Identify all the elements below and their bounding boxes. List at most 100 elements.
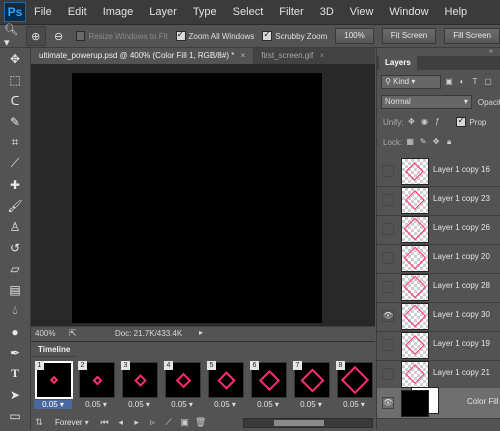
kind-filter-select[interactable]: ⚲ Kind ▾ (381, 75, 441, 89)
frame-delay-select[interactable]: 0.05 ▾ (206, 400, 244, 409)
menu-type[interactable]: Type (185, 0, 225, 24)
animation-frame[interactable]: 2 0.05 ▾ (77, 360, 115, 416)
status-menu-icon[interactable]: ⇱ (69, 328, 77, 339)
zoom-out-icon[interactable]: ⊖ (50, 27, 68, 45)
zoom-all-windows-checkbox[interactable] (175, 29, 186, 41)
menu-file[interactable]: File (26, 0, 60, 24)
clone-stamp-tool-icon[interactable]: ♙ (0, 216, 30, 237)
marquee-tool-icon[interactable]: ⬚ (0, 69, 30, 90)
lasso-tool-icon[interactable]: ᑕ (0, 90, 30, 111)
scrubby-zoom-checkbox[interactable] (262, 29, 273, 41)
eyedropper-tool-icon[interactable]: ⟋ (0, 153, 30, 174)
frame-delay-select[interactable]: 0.05 ▾ (34, 400, 72, 409)
zoom-level[interactable]: 400% (35, 329, 55, 338)
lock-position-icon[interactable]: ✥ (431, 137, 441, 147)
frame-delay-select[interactable]: 0.05 ▾ (292, 400, 330, 409)
lock-pixels-icon[interactable]: ✎ (418, 137, 428, 147)
pen-tool-icon[interactable]: ✒ (0, 342, 30, 363)
menu-window[interactable]: Window (381, 0, 436, 24)
frame-delay-select[interactable]: 0.05 ▾ (163, 400, 201, 409)
zoom-in-icon[interactable]: ⊕ (25, 26, 46, 46)
frame-delay-select[interactable]: 0.05 ▾ (77, 400, 115, 409)
frame-delay-select[interactable]: 0.05 ▾ (249, 400, 287, 409)
type-filter-icon[interactable]: T (470, 77, 480, 87)
first-frame-icon[interactable]: ⏮ (97, 417, 113, 428)
fill-screen-button[interactable]: Fill Screen (444, 28, 500, 44)
layer-row[interactable]: Layer 1 copy 20 (377, 243, 500, 274)
loop-select[interactable]: Forever (55, 418, 83, 427)
lock-transparency-icon[interactable]: ▦ (405, 137, 415, 147)
fit-screen-button[interactable]: Fit Screen (381, 28, 437, 44)
dodge-tool-icon[interactable]: ● (0, 321, 30, 342)
visibility-eye-icon[interactable]: 👁︎ (382, 310, 394, 322)
lock-all-icon[interactable]: 🔒︎ (444, 137, 454, 147)
visibility-eye-icon[interactable]: 👁︎ (382, 397, 394, 409)
layer-row[interactable]: Layer 1 copy 21 (377, 359, 500, 390)
timeline-tab[interactable]: Timeline (33, 344, 76, 357)
animation-frame[interactable]: 5 0.05 ▾ (206, 360, 244, 416)
visibility-eye-icon[interactable] (382, 252, 394, 264)
layer-row[interactable]: Layer 1 copy 28 (377, 272, 500, 303)
menu-filter[interactable]: Filter (271, 0, 311, 24)
visibility-eye-icon[interactable] (382, 368, 394, 380)
zoom-100-button[interactable]: 100% (335, 28, 374, 44)
play-icon[interactable]: ▸ (129, 417, 145, 428)
animation-frame[interactable]: 3 0.05 ▾ (120, 360, 158, 416)
brush-tool-icon[interactable]: 🖌︎ (0, 195, 30, 216)
zoom-tool-preset-icon[interactable]: 🔍︎▾ (4, 24, 22, 49)
move-tool-icon[interactable]: ✥ (0, 48, 30, 69)
shape-filter-icon[interactable]: ▢ (483, 77, 493, 87)
menu-3d[interactable]: 3D (312, 0, 342, 24)
menu-view[interactable]: View (342, 0, 382, 24)
layer-row[interactable]: 👁︎ Color Fill 1 (377, 387, 500, 419)
tween-icon[interactable]: ⟋ (161, 417, 177, 428)
menu-layer[interactable]: Layer (141, 0, 185, 24)
layer-row[interactable]: Layer 1 copy 26 (377, 214, 500, 245)
visibility-eye-icon[interactable] (382, 165, 394, 177)
layer-row[interactable]: Layer 1 copy 16 (377, 156, 500, 187)
animation-frame[interactable]: 8 0.05 ▾ (335, 360, 373, 416)
menu-select[interactable]: Select (225, 0, 272, 24)
prev-frame-icon[interactable]: ◂ (113, 417, 129, 428)
menu-image[interactable]: Image (95, 0, 142, 24)
document-canvas[interactable] (72, 73, 322, 323)
layer-row[interactable]: Layer 1 copy 23 (377, 185, 500, 216)
unify-style-icon[interactable]: ƒ (432, 117, 442, 127)
gradient-tool-icon[interactable]: ▤ (0, 279, 30, 300)
blend-mode-select[interactable]: Normal ▾ (381, 95, 472, 109)
tab-ultimate-powerup[interactable]: ultimate_powerup.psd @ 400% (Color Fill … (31, 48, 254, 64)
propagate-checkbox[interactable] (456, 115, 467, 127)
rectangle-tool-icon[interactable]: ▭ (0, 405, 30, 426)
crop-tool-icon[interactable]: ⌗ (0, 132, 30, 153)
scrollbar-thumb[interactable] (274, 420, 324, 426)
pixel-filter-icon[interactable]: ▣ (444, 77, 454, 87)
visibility-eye-icon[interactable] (382, 281, 394, 293)
adjustment-filter-icon[interactable]: ◐ (457, 77, 467, 87)
type-tool-icon[interactable]: T (0, 363, 30, 384)
close-icon[interactable]: × (320, 51, 325, 60)
layer-row[interactable]: Layer 1 copy 19 (377, 330, 500, 361)
animation-frame[interactable]: 7 0.05 ▾ (292, 360, 330, 416)
duplicate-frame-icon[interactable]: ▣ (177, 417, 193, 428)
frame-delay-select[interactable]: 0.05 ▾ (335, 400, 373, 409)
menu-help[interactable]: Help (437, 0, 476, 24)
blur-tool-icon[interactable]: 💧︎ (0, 300, 30, 321)
history-brush-tool-icon[interactable]: ↺ (0, 237, 30, 258)
visibility-eye-icon[interactable] (382, 339, 394, 351)
visibility-eye-icon[interactable] (382, 194, 394, 206)
timeline-options-icon[interactable]: ⇅ (31, 417, 47, 428)
quick-select-tool-icon[interactable]: ✎ (0, 111, 30, 132)
unify-position-icon[interactable]: ✥ (406, 117, 416, 127)
layer-row[interactable]: 👁︎ Layer 1 copy 30 (377, 301, 500, 332)
resize-windows-checkbox[interactable] (75, 31, 86, 41)
healing-brush-tool-icon[interactable]: ✚ (0, 174, 30, 195)
trash-icon[interactable]: 🗑︎ (193, 417, 209, 428)
visibility-eye-icon[interactable] (382, 223, 394, 235)
path-select-tool-icon[interactable]: ➤ (0, 384, 30, 405)
tab-layers[interactable]: Layers (379, 56, 417, 70)
chevron-down-icon[interactable]: ▾ (85, 418, 89, 427)
close-icon[interactable]: × (241, 51, 246, 60)
eraser-tool-icon[interactable]: ▱ (0, 258, 30, 279)
menu-edit[interactable]: Edit (60, 0, 95, 24)
collapse-panels-icon[interactable]: » (489, 48, 493, 55)
